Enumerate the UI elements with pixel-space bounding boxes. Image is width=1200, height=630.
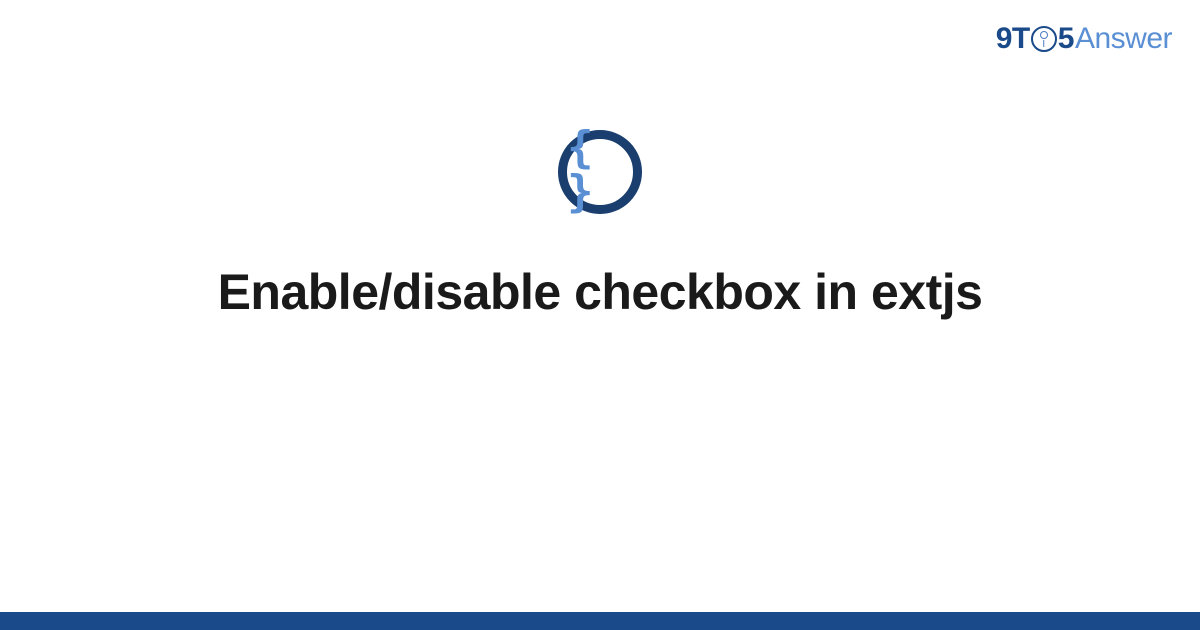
logo-text-answer: Answer [1075, 22, 1172, 56]
page-title: Enable/disable checkbox in extjs [218, 262, 983, 322]
logo-text-9t: 9T [996, 22, 1030, 56]
code-braces-icon: { } [558, 130, 642, 214]
logo-text-5: 5 [1058, 22, 1074, 56]
site-logo[interactable]: 9T 5 Answer [996, 22, 1172, 56]
braces-glyph: { } [567, 126, 633, 214]
clock-icon [1031, 26, 1057, 52]
footer-bar [0, 612, 1200, 630]
main-content: { } Enable/disable checkbox in extjs [0, 130, 1200, 322]
